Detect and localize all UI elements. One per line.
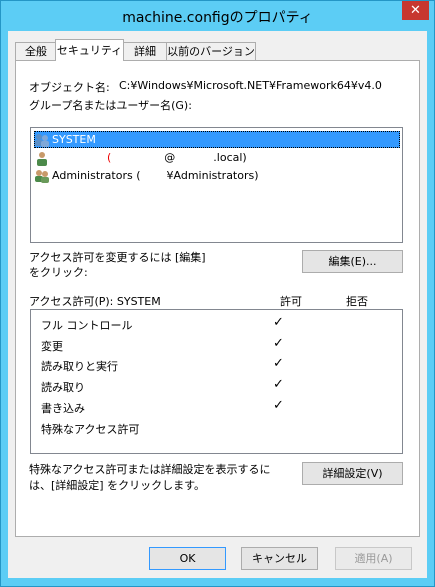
list-item[interactable]: SYSTEM: [34, 131, 400, 148]
permission-row: 特殊なアクセス許可: [31, 418, 401, 438]
tab-general[interactable]: 全般: [15, 42, 57, 60]
tab-security[interactable]: セキュリティ: [55, 39, 124, 61]
advanced-text-1: 特殊なアクセス許可または詳細設定を表示するに: [29, 463, 271, 476]
list-item[interactable]: Administrators ( ¥Administrators): [34, 167, 398, 184]
allow-check-icon: ✓: [273, 336, 284, 351]
window-title: machine.configのプロパティ: [122, 10, 313, 26]
permissions-header: アクセス許可(P): SYSTEM: [29, 295, 161, 308]
advanced-button[interactable]: 詳細設定(V): [302, 462, 403, 485]
user-name-end: ¥Administrators): [166, 169, 259, 182]
permissions-list[interactable]: フル コントロール ✓ 変更 ✓ 読み取りと実行 ✓ 読み取り ✓ 書き込み ✓…: [30, 309, 403, 454]
edit-button[interactable]: 編集(E)...: [302, 250, 403, 273]
close-button[interactable]: ✕: [402, 1, 429, 20]
ok-button[interactable]: OK: [149, 547, 226, 570]
tab-details[interactable]: 詳細: [122, 42, 168, 60]
apply-button[interactable]: 適用(A): [335, 547, 412, 570]
permission-name: フル コントロール: [41, 319, 133, 332]
properties-window: machine.configのプロパティ ✕ 全般 セキュリティ 詳細 以前のバ…: [0, 0, 435, 587]
allow-check-icon: ✓: [273, 356, 284, 371]
list-item[interactable]: ( @ .local): [34, 149, 398, 166]
group-user-label: グループ名またはユーザー名(G):: [29, 99, 192, 112]
deny-header: 拒否: [346, 295, 368, 308]
object-name-label: オブジェクト名:: [29, 81, 110, 94]
change-permission-text-2: をクリック:: [29, 266, 88, 279]
user-name: Administrators (: [52, 169, 141, 182]
permission-name: 変更: [41, 340, 63, 353]
user-name-mid: @: [164, 151, 176, 164]
users-group-icon: [34, 132, 50, 148]
permission-name: 読み取り: [41, 381, 85, 394]
allow-check-icon: ✓: [273, 398, 284, 413]
allow-check-icon: ✓: [273, 377, 284, 392]
user-name: SYSTEM: [52, 133, 96, 146]
permission-row: 読み取り ✓: [31, 376, 401, 396]
tab-previous-versions[interactable]: 以前のバージョン: [166, 42, 256, 60]
cancel-button[interactable]: キャンセル: [241, 547, 318, 570]
dialog-client: 全般 セキュリティ 詳細 以前のバージョン オブジェクト名: C:¥Window…: [8, 31, 427, 578]
permission-row: 読み取りと実行 ✓: [31, 355, 401, 375]
permission-name: 書き込み: [41, 402, 85, 415]
permission-row: 書き込み ✓: [31, 397, 401, 417]
title-bar[interactable]: machine.configのプロパティ ✕: [1, 1, 434, 31]
security-panel: オブジェクト名: C:¥Windows¥Microsoft.NET¥Framew…: [15, 60, 420, 537]
user-icon: [34, 150, 50, 166]
object-name-value: C:¥Windows¥Microsoft.NET¥Framework64¥v4.…: [119, 79, 382, 92]
permission-name: 読み取りと実行: [41, 360, 118, 373]
users-group-icon: [34, 168, 50, 184]
permission-row: フル コントロール ✓: [31, 314, 401, 334]
allow-check-icon: ✓: [273, 315, 284, 330]
permission-row: 変更 ✓: [31, 335, 401, 355]
change-permission-text-1: アクセス許可を変更するには [編集]: [29, 251, 206, 264]
user-name-end: .local): [213, 151, 247, 164]
permission-name: 特殊なアクセス許可: [41, 423, 140, 436]
red-marker: (: [107, 151, 112, 164]
advanced-text-2: は、[詳細設定] をクリックします。: [29, 479, 205, 492]
user-list[interactable]: SYSTEM ( @ .local) Administrators ( ¥Admini…: [30, 127, 403, 243]
allow-header: 許可: [280, 295, 302, 308]
